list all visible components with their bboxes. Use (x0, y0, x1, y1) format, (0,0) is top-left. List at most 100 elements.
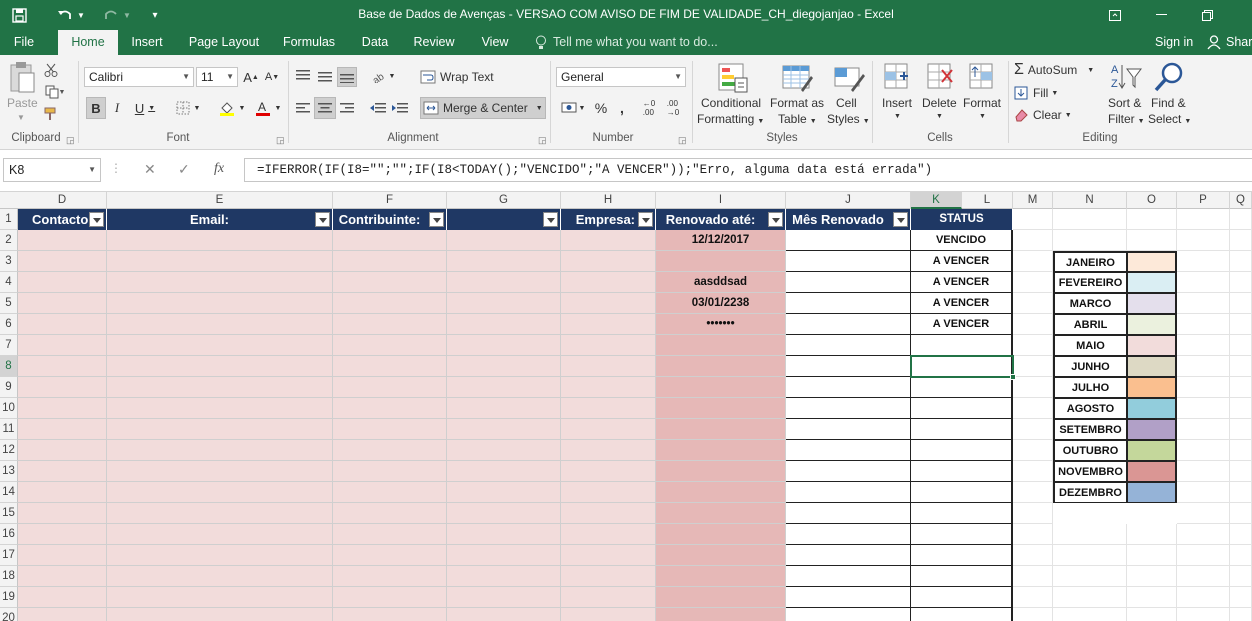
table-cell[interactable] (447, 230, 561, 251)
align-right-icon[interactable] (338, 98, 356, 118)
table-cell[interactable] (447, 419, 561, 440)
row-header-15[interactable]: 15 (0, 503, 18, 524)
underline-button[interactable]: U ▼ (130, 97, 160, 119)
table-cell[interactable] (561, 293, 656, 314)
empty-cell[interactable] (1013, 419, 1053, 440)
format-as-table-icon[interactable] (781, 62, 813, 94)
sort-filter-button[interactable]: Filter ▼ (1108, 112, 1145, 126)
empty-cell[interactable] (1127, 524, 1177, 545)
empty-cell[interactable] (1230, 545, 1252, 566)
row-header-8[interactable]: 8 (0, 356, 18, 377)
empty-cell[interactable] (1230, 419, 1252, 440)
table-cell[interactable] (447, 251, 561, 272)
renovado-cell[interactable] (656, 335, 786, 356)
conditional-formatting-icon[interactable] (717, 62, 749, 94)
row-header-5[interactable]: 5 (0, 293, 18, 314)
table-cell[interactable] (333, 251, 447, 272)
paste-icon[interactable] (8, 61, 36, 95)
decrease-decimal-icon[interactable]: .00 →0 (662, 97, 684, 119)
table-cell[interactable] (447, 587, 561, 608)
clipboard-launcher-icon[interactable]: ◲ (66, 135, 75, 146)
table-cell[interactable] (333, 461, 447, 482)
format-as-table-label-1[interactable]: Format as (770, 96, 824, 110)
find-select-button[interactable]: Select ▼ (1148, 112, 1191, 126)
status-cell[interactable] (911, 503, 1013, 524)
empty-cell[interactable] (1230, 377, 1252, 398)
empty-cell[interactable] (1013, 209, 1053, 230)
renovado-cell[interactable] (656, 251, 786, 272)
empty-cell[interactable] (1177, 419, 1230, 440)
empty-cell[interactable] (1230, 314, 1252, 335)
status-cell[interactable]: A VENCER (911, 251, 1013, 272)
table-cell[interactable] (333, 545, 447, 566)
tab-formulas[interactable]: Formulas (276, 30, 342, 55)
row-header-18[interactable]: 18 (0, 566, 18, 587)
delete-button[interactable]: Delete (922, 96, 957, 110)
align-center-icon[interactable] (314, 97, 336, 119)
renovado-cell[interactable] (656, 587, 786, 608)
table-cell[interactable] (333, 503, 447, 524)
table-cell[interactable] (18, 272, 107, 293)
ribbon-display-icon[interactable] (1100, 4, 1130, 26)
empty-cell[interactable] (1177, 524, 1230, 545)
column-header-h[interactable]: H (561, 192, 656, 209)
table-cell[interactable] (561, 545, 656, 566)
table-cell[interactable] (561, 335, 656, 356)
table-cell[interactable] (107, 566, 333, 587)
table-cell[interactable] (107, 440, 333, 461)
table-cell[interactable] (447, 545, 561, 566)
row-header-9[interactable]: 9 (0, 377, 18, 398)
table-cell[interactable] (18, 314, 107, 335)
mes-renovado-cell[interactable] (786, 524, 911, 545)
empty-cell[interactable] (1230, 230, 1252, 251)
empty-cell[interactable] (1127, 608, 1177, 621)
empty-cell[interactable] (1013, 398, 1053, 419)
mes-renovado-cell[interactable] (786, 503, 911, 524)
empty-cell[interactable] (1013, 356, 1053, 377)
table-cell[interactable] (107, 377, 333, 398)
tell-me-input[interactable]: Tell me what you want to do... (553, 30, 718, 55)
font-name-select[interactable]: Calibri ▼ (84, 67, 194, 87)
cell-styles-label-1[interactable]: Cell (836, 96, 857, 110)
mes-renovado-cell[interactable] (786, 440, 911, 461)
clear-button[interactable]: Clear ▼ (1014, 105, 1094, 125)
align-middle-icon[interactable] (316, 67, 334, 85)
table-cell[interactable] (561, 503, 656, 524)
table-cell[interactable] (18, 587, 107, 608)
empty-cell[interactable] (1177, 545, 1230, 566)
status-cell[interactable] (911, 398, 1013, 419)
empty-cell[interactable] (1230, 566, 1252, 587)
column-header-n[interactable]: N (1053, 192, 1127, 209)
font-launcher-icon[interactable]: ◲ (276, 135, 285, 146)
table-cell[interactable] (447, 272, 561, 293)
tab-insert[interactable]: Insert (124, 30, 170, 55)
row-header-17[interactable]: 17 (0, 545, 18, 566)
table-cell[interactable] (333, 566, 447, 587)
empty-cell[interactable] (1177, 398, 1230, 419)
tab-review[interactable]: Review (406, 30, 462, 55)
insert-cells-icon[interactable] (882, 62, 912, 92)
filter-dropdown-renovado[interactable] (768, 212, 783, 227)
cancel-entry-icon[interactable]: ✕ (144, 161, 156, 178)
row-header-13[interactable]: 13 (0, 461, 18, 482)
mes-renovado-cell[interactable] (786, 356, 911, 377)
table-cell[interactable] (18, 398, 107, 419)
table-cell[interactable] (447, 377, 561, 398)
renovado-cell[interactable] (656, 482, 786, 503)
tab-file[interactable]: File (4, 30, 44, 55)
formula-input[interactable]: =IFERROR(IF(I8="";"";IF(I8<TODAY();"VENC… (244, 158, 1252, 182)
row-header-1[interactable]: 1 (0, 209, 18, 230)
table-cell[interactable] (561, 482, 656, 503)
renovado-cell[interactable] (656, 398, 786, 419)
table-cell[interactable] (333, 482, 447, 503)
mes-renovado-cell[interactable] (786, 314, 911, 335)
table-cell[interactable] (561, 314, 656, 335)
table-cell[interactable] (447, 503, 561, 524)
accounting-format-icon[interactable]: ▼ (557, 97, 589, 119)
mes-renovado-cell[interactable] (786, 482, 911, 503)
table-cell[interactable] (18, 503, 107, 524)
column-header-p[interactable]: P (1177, 192, 1230, 209)
status-cell[interactable] (911, 587, 1013, 608)
increase-indent-icon[interactable] (390, 98, 410, 118)
status-cell[interactable] (911, 419, 1013, 440)
